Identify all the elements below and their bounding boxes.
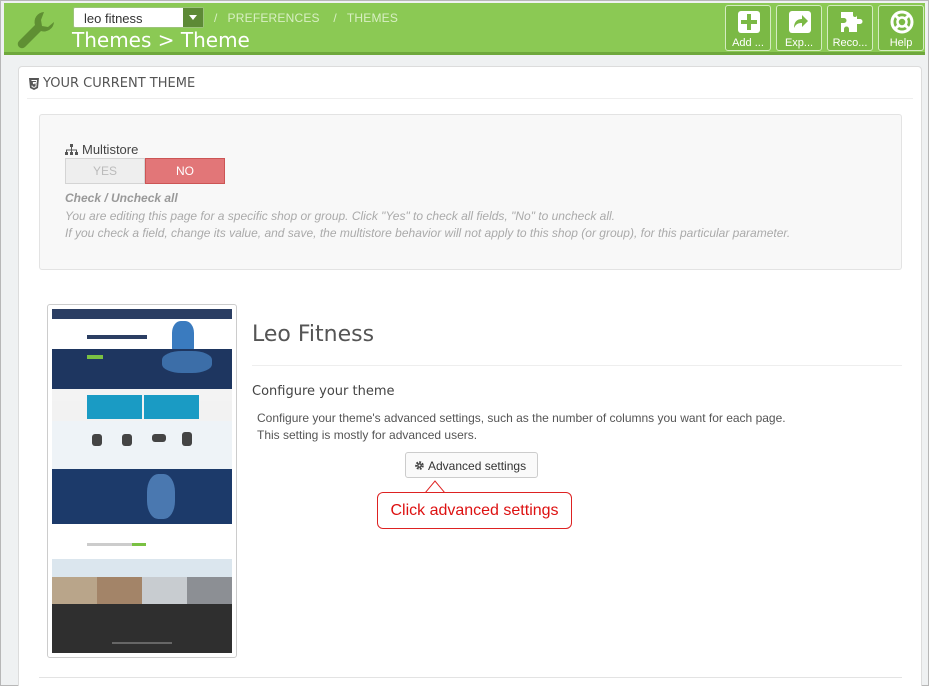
panel-heading: YOUR CURRENT THEME [27, 75, 913, 99]
theme-preview-image [52, 309, 232, 653]
wrench-icon [17, 12, 54, 49]
multistore-no-option[interactable]: NO [145, 158, 225, 184]
advanced-settings-label: Advanced settings [428, 459, 527, 473]
callout-text: Click advanced settings [390, 502, 559, 519]
panel-title: YOUR CURRENT THEME [43, 76, 196, 91]
multistore-yes-option[interactable]: YES [65, 158, 145, 184]
puzzle-icon [841, 12, 863, 32]
divider [252, 365, 902, 366]
breadcrumb-themes[interactable]: THEMES [347, 11, 398, 25]
theme-name-heading: Leo Fitness [252, 322, 375, 347]
panel-footer-divider [39, 677, 902, 678]
html5-icon [29, 78, 39, 90]
export-icon [789, 11, 811, 33]
current-theme-panel: YOUR CURRENT THEME Multistore YES NO Che… [18, 66, 922, 686]
recommended-modules-button[interactable]: Reco... [827, 5, 873, 51]
add-button-label: Add ... [732, 37, 764, 49]
multistore-switch[interactable]: YES NO [65, 158, 225, 184]
page-header: leo fitness / PREFERENCES / THEMES Themes … [4, 3, 925, 55]
multistore-label: Multistore [65, 142, 138, 157]
lifebuoy-icon [890, 10, 914, 34]
chevron-down-icon[interactable] [183, 8, 203, 27]
instruction-callout: Click advanced settings [377, 492, 572, 529]
check-uncheck-all-label: Check / Uncheck all [65, 191, 178, 205]
breadcrumb-preferences[interactable]: PREFERENCES [228, 11, 320, 25]
configure-theme-title: Configure your theme [252, 384, 395, 399]
export-button[interactable]: Exp... [776, 5, 822, 51]
plus-icon [738, 11, 760, 33]
help-button[interactable]: Help [878, 5, 924, 51]
add-button[interactable]: Add ... [725, 5, 771, 51]
configure-theme-description: Configure your theme's advanced settings… [257, 411, 786, 442]
shop-selector[interactable]: leo fitness [73, 7, 204, 28]
recommended-modules-label: Reco... [832, 37, 868, 49]
gear-icon [415, 461, 424, 470]
breadcrumb: / PREFERENCES / THEMES [214, 11, 399, 25]
help-button-label: Help [889, 37, 913, 49]
sitemap-icon [65, 144, 78, 155]
shop-selector-value: leo fitness [84, 11, 143, 26]
page-title: Themes > Theme [72, 28, 250, 52]
export-button-label: Exp... [784, 37, 814, 49]
advanced-settings-button[interactable]: Advanced settings [405, 452, 538, 478]
multistore-box: Multistore YES NO Check / Uncheck all Yo… [39, 114, 902, 270]
theme-preview-thumbnail [47, 304, 237, 658]
multistore-help-text: You are editing this page for a specific… [65, 209, 791, 240]
